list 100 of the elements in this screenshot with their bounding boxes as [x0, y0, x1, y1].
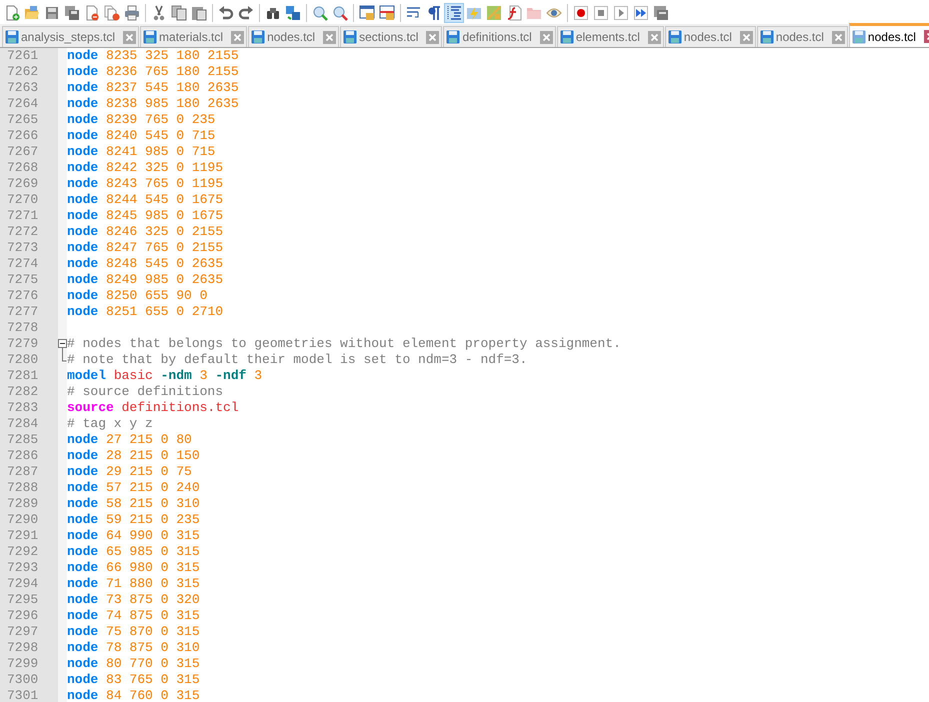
- line-number: 7281: [7, 368, 38, 383]
- code-line: node 66 980 0 315: [67, 560, 200, 575]
- code-line: model basic -ndm 3 -ndf 3: [67, 368, 262, 383]
- code-line: node 75 870 0 315: [67, 624, 200, 639]
- code-line: node 83 765 0 315: [67, 672, 200, 687]
- play-icon[interactable]: [611, 3, 631, 23]
- code-line: node 8240 545 0 715: [67, 128, 216, 143]
- split-view-icon[interactable]: [357, 3, 377, 23]
- code-line: node 8246 325 0 2155: [67, 224, 224, 239]
- line-number: 7264: [7, 96, 38, 111]
- line-number: 7263: [7, 80, 38, 95]
- line-number: 7294: [7, 576, 38, 591]
- code-line: node 8249 985 0 2635: [67, 272, 224, 287]
- code-line: node 8236 765 180 2155: [67, 64, 239, 79]
- file-tab[interactable]: materials.tcl: [140, 26, 248, 47]
- code-line: node 64 990 0 315: [67, 528, 200, 543]
- line-number: 7283: [7, 400, 38, 415]
- file-tab[interactable]: nodes.tcl: [664, 26, 756, 47]
- line-number: 7280: [7, 352, 38, 367]
- line-number: 7291: [7, 528, 38, 543]
- file-tab[interactable]: sections.tcl: [340, 26, 442, 47]
- save-macro-icon[interactable]: [651, 3, 671, 23]
- file-tab[interactable]: analysis_steps.tcl: [2, 26, 140, 47]
- line-number: 7270: [7, 192, 38, 207]
- line-number: 7277: [7, 304, 38, 319]
- file-tab[interactable]: nodes.tcl: [756, 26, 848, 47]
- line-number: 7290: [7, 512, 38, 527]
- print-icon[interactable]: [122, 3, 142, 23]
- record-icon[interactable]: [571, 3, 591, 23]
- line-number: 7279: [7, 336, 38, 351]
- copy-icon[interactable]: [169, 3, 189, 23]
- file-tab[interactable]: nodes.tcl: [848, 23, 929, 47]
- line-number: 7284: [7, 416, 38, 431]
- line-number: 7297: [7, 624, 38, 639]
- fold-toggle-icon[interactable]: [58, 339, 67, 352]
- line-number: 7300: [7, 672, 38, 687]
- line-number: 7282: [7, 384, 38, 399]
- file-tab[interactable]: nodes.tcl: [248, 26, 340, 47]
- line-number: 7287: [7, 464, 38, 479]
- close-icon[interactable]: [540, 30, 553, 44]
- code-line: node 29 215 0 75: [67, 464, 192, 479]
- line-number: 7301: [7, 688, 38, 702]
- code-comment: # source definitions: [67, 384, 224, 399]
- code-line: node 8243 765 0 1195: [67, 176, 224, 191]
- code-line: node 8235 325 180 2155: [67, 48, 239, 63]
- line-number: 7275: [7, 272, 38, 287]
- line-number: 7269: [7, 176, 38, 191]
- file-tab[interactable]: elements.tcl: [556, 26, 664, 47]
- line-number: 7276: [7, 288, 38, 303]
- line-number: 7298: [7, 640, 38, 655]
- code-line: node 8250 655 90 0: [67, 288, 208, 303]
- code-line: node 73 875 0 320: [67, 592, 200, 607]
- replace-icon[interactable]: [283, 3, 303, 23]
- close-icon[interactable]: [231, 30, 244, 44]
- stop-icon[interactable]: [591, 3, 611, 23]
- code-line: node 59 215 0 235: [67, 512, 200, 527]
- line-number: 7288: [7, 480, 38, 495]
- code-line: node 57 215 0 240: [67, 480, 200, 495]
- file-tab[interactable]: definitions.tcl: [443, 26, 556, 47]
- close-all-icon[interactable]: [102, 3, 122, 23]
- line-number: 7273: [7, 240, 38, 255]
- code-line: node 8248 545 0 2635: [67, 256, 224, 271]
- close-icon[interactable]: [648, 30, 661, 44]
- line-number: 7267: [7, 144, 38, 159]
- close-icon[interactable]: [740, 30, 753, 44]
- code-line: source definitions.tcl: [67, 400, 239, 415]
- close-icon[interactable]: [323, 30, 336, 44]
- code-line: node 71 880 0 315: [67, 576, 200, 591]
- code-line: node 80 770 0 315: [67, 656, 200, 671]
- split-view-icon[interactable]: [377, 3, 397, 23]
- code-line: node 8241 985 0 715: [67, 144, 216, 159]
- code-line: node 8239 765 0 235: [67, 112, 216, 127]
- close-icon[interactable]: [123, 30, 136, 44]
- line-number: 7293: [7, 560, 38, 575]
- close-icon[interactable]: [426, 30, 440, 44]
- line-number: 7271: [7, 208, 38, 223]
- save-all-icon[interactable]: [62, 3, 82, 23]
- code-line: node 8247 765 0 2155: [67, 240, 224, 255]
- fast-forward-icon[interactable]: [631, 3, 651, 23]
- line-number: 7262: [7, 64, 38, 79]
- code-line: node 8245 985 0 1675: [67, 208, 224, 223]
- line-number: 7292: [7, 544, 38, 559]
- line-number: 7268: [7, 160, 38, 175]
- line-number: 7278: [7, 320, 38, 335]
- code-line: node 74 875 0 315: [67, 608, 200, 623]
- code-line: node 84 760 0 315: [67, 688, 200, 702]
- code-line: node 8238 985 180 2635: [67, 96, 239, 111]
- close-icon[interactable]: [832, 30, 845, 44]
- line-number: 7295: [7, 592, 38, 607]
- code-line: node 78 875 0 310: [67, 640, 200, 655]
- code-comment: # note that by default their model is set to ndm=3 - ndf=3.: [67, 352, 528, 367]
- code-line: node 8244 545 0 1675: [67, 192, 224, 207]
- indent-guide-icon[interactable]: [444, 3, 464, 23]
- line-number: 7261: [7, 48, 38, 63]
- line-number: 7274: [7, 256, 38, 271]
- code-comment: # nodes that belongs to geometries without element property assignment.: [67, 336, 621, 351]
- line-number: 7265: [7, 112, 38, 127]
- code-comment: # tag x y z: [67, 416, 153, 431]
- line-number: 7266: [7, 128, 38, 143]
- code-line: node 28 215 0 150: [67, 448, 200, 463]
